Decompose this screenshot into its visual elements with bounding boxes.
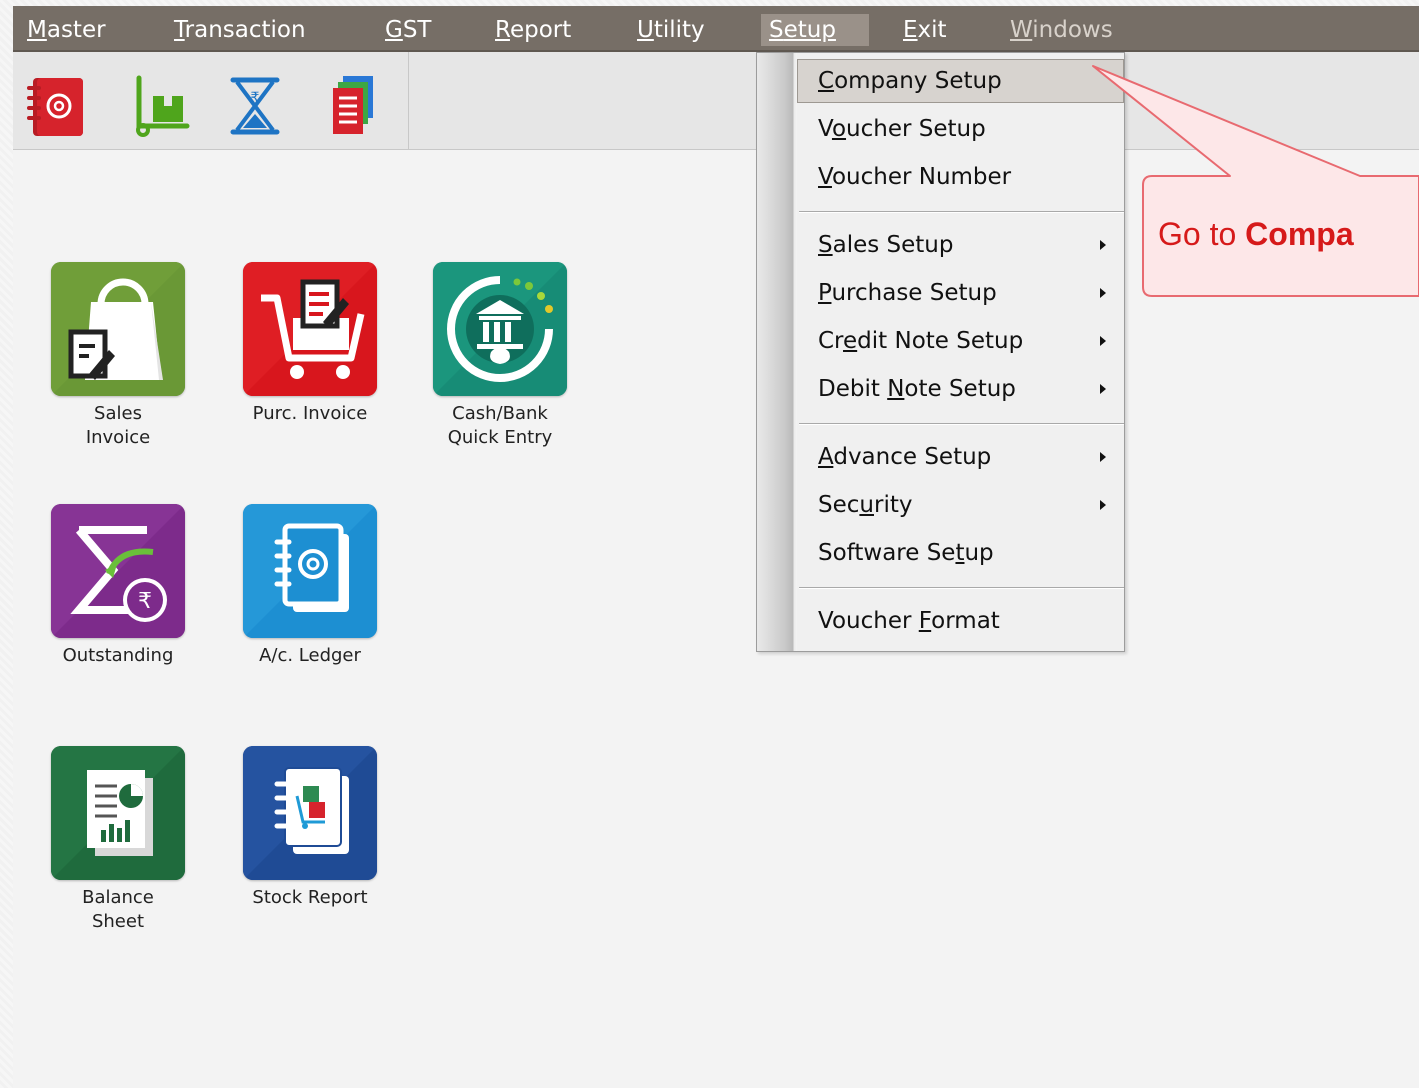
callout-bubble xyxy=(1092,65,1419,297)
callout-bold-text: Compa xyxy=(1245,216,1354,252)
callout-text: Go to Compa xyxy=(1158,216,1354,253)
callout-prefix: Go to xyxy=(1158,216,1246,252)
